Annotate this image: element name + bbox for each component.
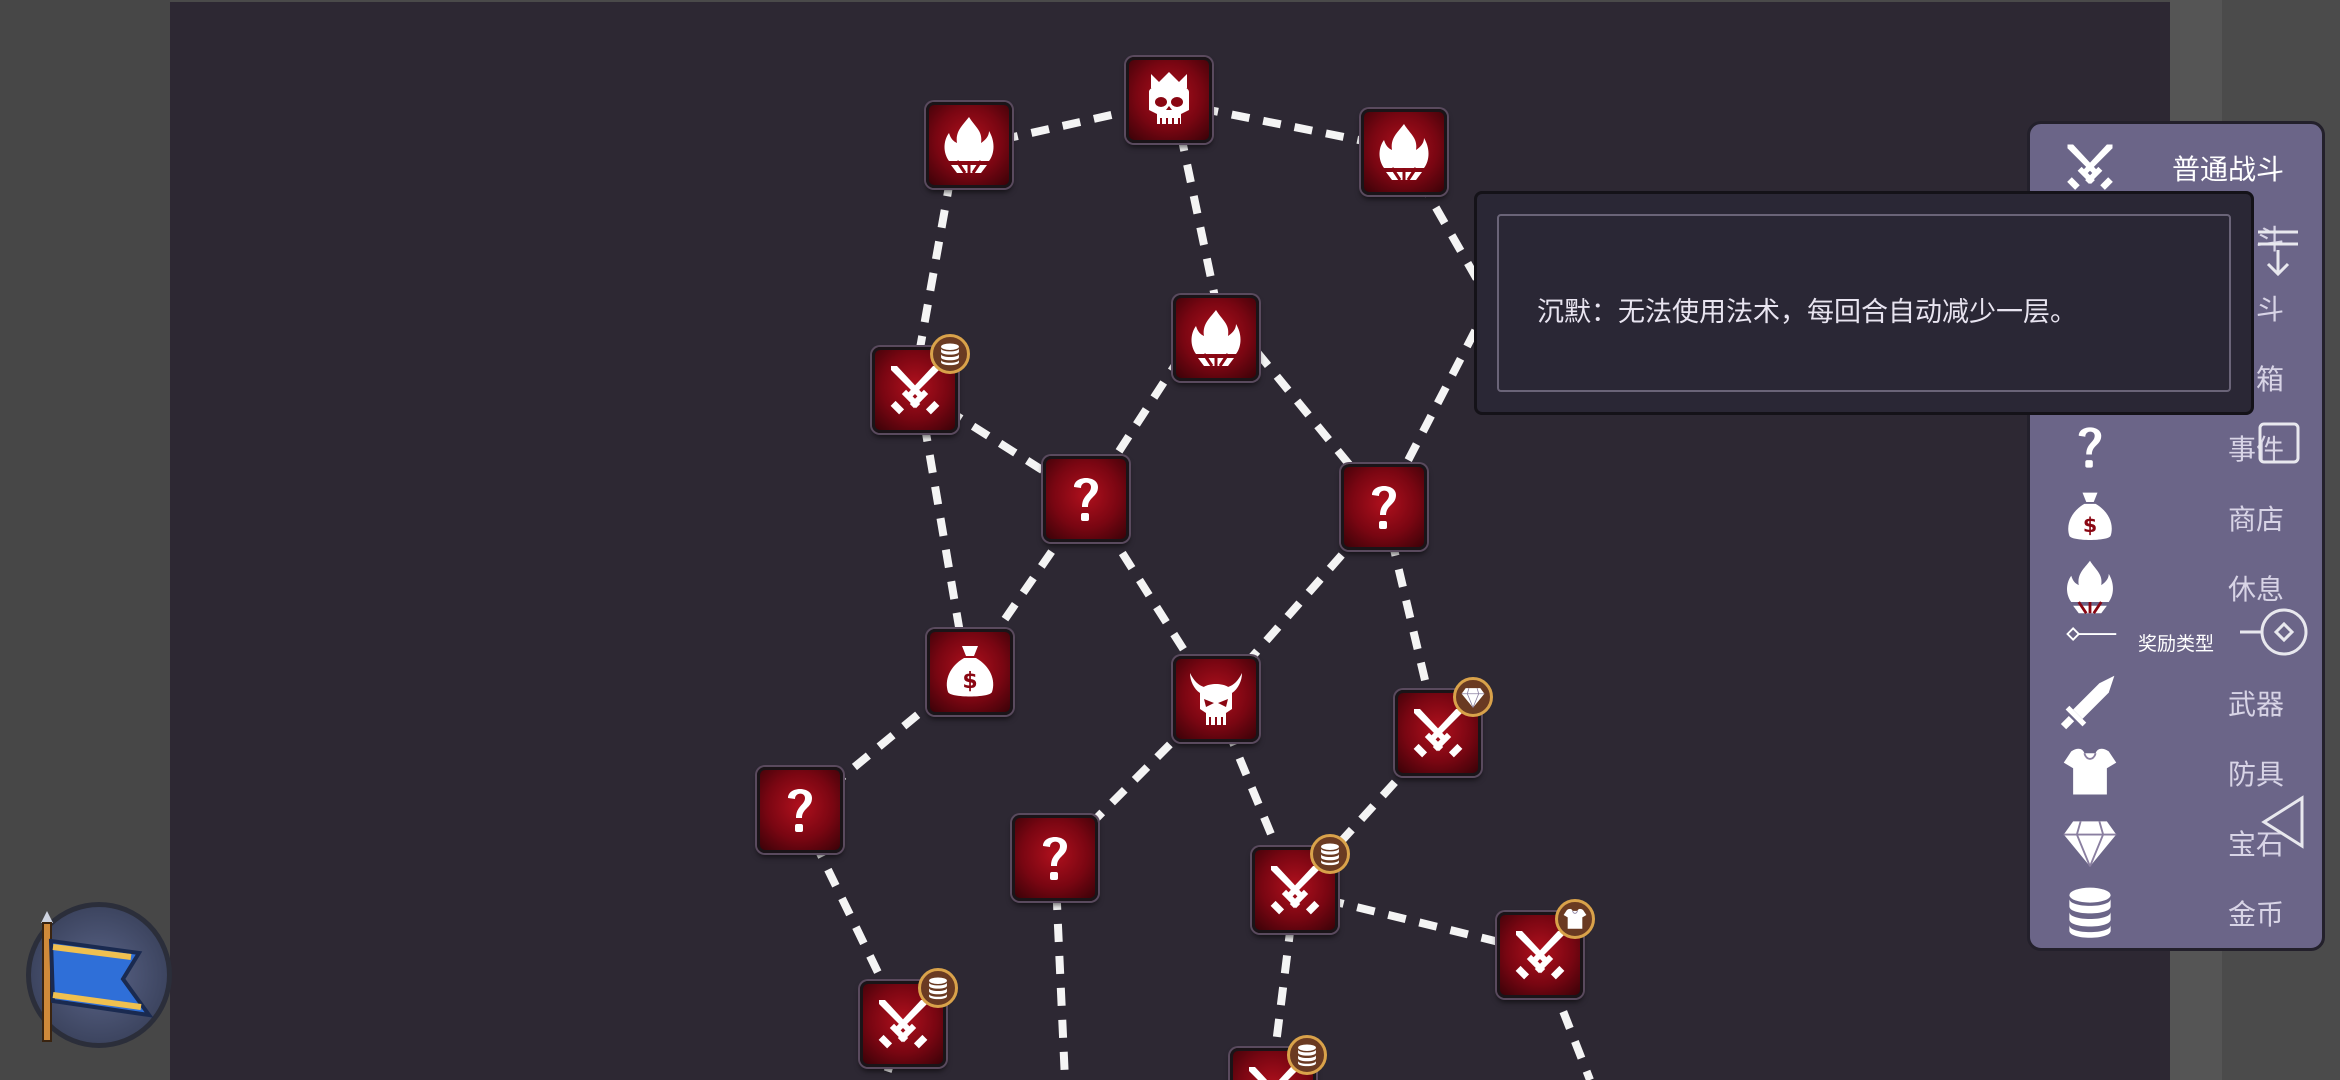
question-icon bbox=[1054, 467, 1118, 531]
map-node-elite[interactable] bbox=[1173, 656, 1259, 742]
map-paths bbox=[796, 98, 1594, 1080]
question-icon bbox=[1023, 826, 1087, 890]
flag-icon bbox=[41, 911, 154, 1042]
armor-icon bbox=[2060, 742, 2120, 802]
legend-label: 金币 bbox=[2227, 898, 2284, 931]
coins-icon bbox=[925, 975, 951, 1001]
map-node-shop[interactable] bbox=[927, 629, 1013, 715]
map-node-event[interactable] bbox=[1043, 456, 1129, 542]
map-node-rest[interactable] bbox=[1173, 295, 1259, 381]
reward-badge-coins bbox=[1287, 1035, 1327, 1075]
legend-label: 普通战斗 bbox=[2171, 153, 2284, 186]
gem-icon bbox=[1460, 684, 1486, 710]
legend-label: 休息 bbox=[2227, 573, 2284, 606]
square-icon[interactable] bbox=[2256, 420, 2302, 466]
status-tooltip: 沉默：无法使用法术，每回合自动减少一层。 bbox=[1474, 191, 2254, 415]
legend-label: 商店 bbox=[2227, 503, 2284, 536]
map-node-event[interactable] bbox=[1012, 815, 1098, 901]
sword-icon bbox=[2060, 672, 2120, 732]
map-area[interactable] bbox=[170, 2, 2170, 1080]
crossed-swords-icon bbox=[2060, 137, 2120, 197]
reward-badge-armor bbox=[1555, 899, 1595, 939]
horned-skull-icon bbox=[1184, 667, 1248, 731]
collapse-down-icon[interactable] bbox=[2248, 222, 2308, 282]
armor-icon bbox=[1562, 906, 1588, 932]
map-node-event[interactable] bbox=[757, 767, 843, 853]
question-icon bbox=[1352, 475, 1416, 539]
campfire-icon bbox=[1372, 120, 1436, 184]
legend-item-weapon: 武器 bbox=[2030, 669, 2328, 735]
back-triangle-icon[interactable] bbox=[2258, 794, 2308, 850]
map-node-rest[interactable] bbox=[926, 102, 1012, 188]
coins-icon bbox=[1294, 1042, 1320, 1068]
reward-badge-gem bbox=[1453, 677, 1493, 717]
crowned-skull-icon bbox=[1137, 68, 1201, 132]
legend-label: 防具 bbox=[2227, 758, 2284, 791]
legend-item-coins: 金币 bbox=[2030, 879, 2328, 945]
campfire-icon bbox=[937, 113, 1001, 177]
divider-icon bbox=[2060, 624, 2120, 644]
money-bag-icon bbox=[938, 640, 1002, 704]
coins-icon bbox=[2060, 882, 2120, 942]
legend-item-shop: 商店 bbox=[2030, 484, 2328, 550]
map-flag-button[interactable] bbox=[26, 902, 172, 1048]
question-icon bbox=[768, 778, 832, 842]
legend-label: 箱 bbox=[2255, 363, 2284, 396]
question-icon bbox=[2060, 417, 2120, 477]
campfire-icon bbox=[2060, 557, 2120, 617]
coins-icon bbox=[937, 341, 963, 367]
map-node-event[interactable] bbox=[1341, 464, 1427, 550]
legend-label: 斗 bbox=[2255, 293, 2284, 326]
gem-icon bbox=[2060, 812, 2120, 872]
coins-icon bbox=[1317, 841, 1343, 867]
reward-badge-coins bbox=[918, 968, 958, 1008]
reward-badge-coins bbox=[1310, 834, 1350, 874]
map-node-rest[interactable] bbox=[1361, 109, 1447, 195]
campfire-icon bbox=[1184, 306, 1248, 370]
circle-handle-icon[interactable] bbox=[2236, 604, 2312, 660]
reward-badge-coins bbox=[930, 334, 970, 374]
map-node-elite-boss[interactable] bbox=[1126, 57, 1212, 143]
money-bag-icon bbox=[2060, 487, 2120, 547]
tooltip-text: 沉默：无法使用法术，每回合自动减少一层。 bbox=[1537, 297, 2077, 328]
legend-label: 武器 bbox=[2227, 688, 2284, 721]
reward-type-label: 奖励类型 bbox=[2138, 633, 2215, 655]
